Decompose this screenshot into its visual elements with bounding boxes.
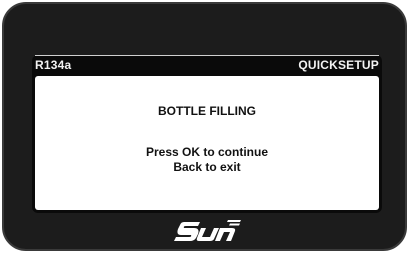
header-divider	[35, 55, 379, 56]
exit-instruction: Back to exit	[173, 160, 241, 174]
message-panel: BOTTLE FILLING Press OK to continue Back…	[35, 76, 379, 210]
display-screen: R134a QUICKSETUP BOTTLE FILLING Press OK…	[32, 55, 382, 213]
refrigerant-label: R134a	[35, 58, 72, 72]
mode-label: QUICKSETUP	[298, 58, 379, 72]
dialog-title: BOTTLE FILLING	[158, 104, 256, 118]
continue-instruction: Press OK to continue	[145, 145, 269, 159]
sun-logo-icon	[170, 218, 242, 244]
status-bar: R134a QUICKSETUP	[35, 57, 379, 73]
